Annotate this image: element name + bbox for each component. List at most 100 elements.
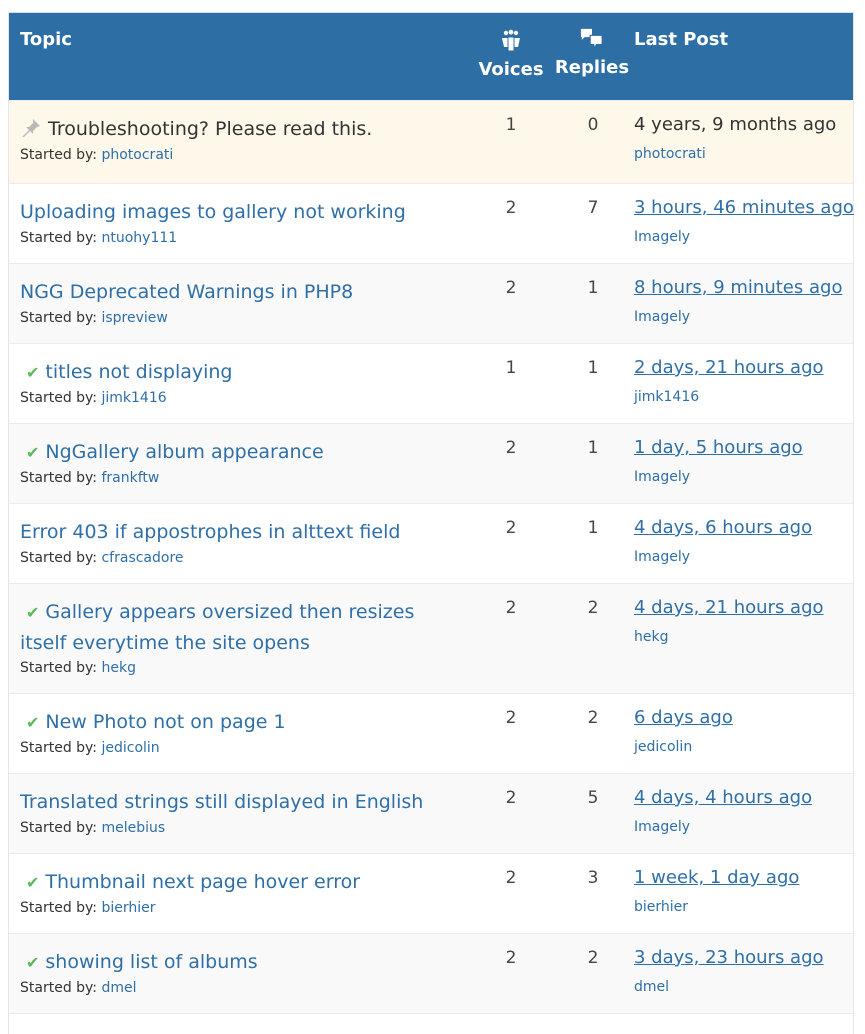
last-post-link[interactable]: 1 day, 5 hours ago xyxy=(634,437,803,458)
started-by: Started by: ispreview xyxy=(20,310,168,326)
topic-title-link[interactable]: NGG Deprecated Warnings in PHP8 xyxy=(20,281,353,303)
author-link[interactable]: photocrati xyxy=(101,147,173,163)
topic-row: ✔ Thumbnail next page hover error Started … xyxy=(9,853,853,933)
table-header: Topic Voices Replies Last Post xyxy=(9,12,853,100)
author-link[interactable]: cfrascadore xyxy=(101,550,183,566)
topic-title-link[interactable]: Thumbnail next page hover error xyxy=(45,871,360,893)
topic-title-link[interactable]: NgGallery album appearance xyxy=(45,441,323,463)
last-post-link[interactable]: 4 days, 6 hours ago xyxy=(634,517,812,538)
header-topic: Topic xyxy=(20,29,72,50)
topic-title-line: ✔ Thumbnail next page hover error xyxy=(20,867,465,898)
author-link[interactable]: jimk1416 xyxy=(101,390,166,406)
author-link[interactable]: ntuohy111 xyxy=(101,230,177,246)
replies-count: 1 xyxy=(587,438,599,458)
author-link[interactable]: bierhier xyxy=(101,900,155,916)
pin-icon xyxy=(22,119,40,137)
topic-title-line: Troubleshooting? Please read this. xyxy=(20,114,465,144)
topic-title-line: ✔ showing list of albums xyxy=(20,947,465,978)
last-post-author-link[interactable]: jedicolin xyxy=(634,739,692,755)
last-post-link[interactable]: 6 days ago xyxy=(634,707,733,728)
topic-row: Error 403 if appostrophes in alttext fie… xyxy=(9,503,853,583)
last-post-author-link[interactable]: photocrati xyxy=(634,146,706,162)
started-by-label: Started by: xyxy=(20,660,98,676)
started-by: Started by: cfrascadore xyxy=(20,550,184,566)
topic-title-line: ✔ New Photo not on page 1 xyxy=(20,707,465,738)
voices-count: 2 xyxy=(505,278,517,298)
topic-title-line: ✔ Gallery appears oversized then resizes … xyxy=(20,597,465,658)
replies-count: 5 xyxy=(587,788,599,808)
topic-title-link[interactable]: titles not displaying xyxy=(45,361,232,383)
last-post-author-link[interactable]: jimk1416 xyxy=(634,389,699,405)
started-by: Started by: jimk1416 xyxy=(20,390,167,406)
author-link[interactable]: hekg xyxy=(101,660,135,676)
last-post-author-link[interactable]: Imagely xyxy=(634,309,690,325)
topic-title-link[interactable]: Uploading images to gallery not working xyxy=(20,201,406,223)
started-by-label: Started by: xyxy=(20,980,98,996)
topics-table: Topic Voices Replies Last Post Troublesh… xyxy=(8,12,854,1034)
author-link[interactable]: melebius xyxy=(101,820,165,836)
topic-row: NGG Deprecated Warnings in PHP8 Started b… xyxy=(9,263,853,343)
voices-count: 1 xyxy=(505,115,517,135)
last-post-author-link[interactable]: dmel xyxy=(634,979,669,995)
topic-title-line: Translated strings still displayed in En… xyxy=(20,787,465,817)
started-by: Started by: jedicolin xyxy=(20,740,160,756)
replies-count: 2 xyxy=(587,948,599,968)
resolved-check-icon: ✔ xyxy=(26,873,40,892)
started-by-label: Started by: xyxy=(20,550,98,566)
last-post-link[interactable]: 4 days, 4 hours ago xyxy=(634,787,812,808)
voices-count: 2 xyxy=(505,518,517,538)
last-post-link[interactable]: 4 days, 21 hours ago xyxy=(634,597,824,618)
topic-row: Troubleshooting? Please read this. Starte… xyxy=(9,100,853,183)
topic-title-link[interactable]: Troubleshooting? Please read this. xyxy=(48,118,372,140)
topic-title-line: Error 403 if appostrophes in alttext fie… xyxy=(20,517,465,547)
voices-count: 2 xyxy=(505,868,517,888)
last-post-author-link[interactable]: bierhier xyxy=(634,899,688,915)
last-post-author-link[interactable]: Imagely xyxy=(634,469,690,485)
last-post-link[interactable]: 8 hours, 9 minutes ago xyxy=(634,277,842,298)
started-by-label: Started by: xyxy=(20,310,98,326)
topic-list: Troubleshooting? Please read this. Starte… xyxy=(9,100,854,1034)
topic-title-link[interactable]: Translated strings still displayed in En… xyxy=(20,791,423,813)
last-post-link[interactable]: 3 days, 23 hours ago xyxy=(634,947,824,968)
replies-count: 1 xyxy=(587,358,599,378)
last-post-link[interactable]: 3 hours, 46 minutes ago xyxy=(634,197,854,218)
voices-count: 2 xyxy=(505,788,517,808)
last-post-author-link[interactable]: hekg xyxy=(634,629,668,645)
topic-row: ✔ New Photo not on page 1 Started by: jedi… xyxy=(9,693,853,773)
replies-count: 3 xyxy=(587,868,599,888)
last-post-link[interactable]: 1 week, 1 day ago xyxy=(634,867,799,888)
last-post-author-link[interactable]: Imagely xyxy=(634,549,690,565)
resolved-check-icon: ✔ xyxy=(26,443,40,462)
resolved-check-icon: ✔ xyxy=(26,363,40,382)
topic-title-link[interactable]: Error 403 if appostrophes in alttext fie… xyxy=(20,521,400,543)
header-voices: Voices xyxy=(474,29,548,80)
topic-title-line: ✔ titles not displaying xyxy=(20,357,465,388)
replies-count: 2 xyxy=(587,708,599,728)
topic-row: ✔ titles not displaying Started by: jimk14… xyxy=(9,343,853,423)
started-by-label: Started by: xyxy=(20,147,98,163)
voices-count: 2 xyxy=(505,438,517,458)
header-replies-label: Replies xyxy=(554,57,630,78)
started-by: Started by: hekg xyxy=(20,660,136,676)
last-post-link[interactable]: 2 days, 21 hours ago xyxy=(634,357,824,378)
started-by-label: Started by: xyxy=(20,900,98,916)
last-post-author-link[interactable]: Imagely xyxy=(634,819,690,835)
topic-title-link[interactable]: New Photo not on page 1 xyxy=(45,711,285,733)
author-link[interactable]: jedicolin xyxy=(101,740,159,756)
topic-row: Uploading images to gallery not working S… xyxy=(9,183,854,263)
started-by: Started by: photocrati xyxy=(20,147,173,163)
author-link[interactable]: dmel xyxy=(101,980,136,996)
last-post-author-link[interactable]: Imagely xyxy=(634,229,690,245)
topic-title-link[interactable]: Gallery appears oversized then resizes i… xyxy=(20,601,414,654)
voices-count: 2 xyxy=(505,708,517,728)
started-by-label: Started by: xyxy=(20,470,98,486)
author-link[interactable]: ispreview xyxy=(101,310,167,326)
resolved-check-icon: ✔ xyxy=(26,713,40,732)
header-replies: Replies xyxy=(554,27,630,78)
replies-count: 2 xyxy=(587,598,599,618)
started-by: Started by: melebius xyxy=(20,820,165,836)
author-link[interactable]: frankftw xyxy=(101,470,159,486)
started-by-label: Started by: xyxy=(20,740,98,756)
topic-title-link[interactable]: showing list of albums xyxy=(45,951,257,973)
header-last-post: Last Post xyxy=(634,29,729,50)
